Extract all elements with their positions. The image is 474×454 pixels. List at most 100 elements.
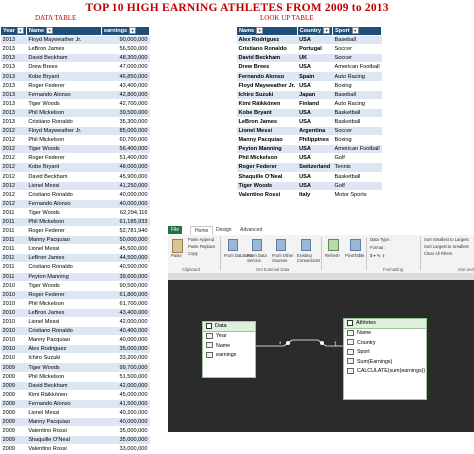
table-cell[interactable]: American Football bbox=[332, 144, 382, 155]
table-cell[interactable]: 56,400,000 bbox=[101, 144, 150, 155]
table-cell[interactable]: 2009 bbox=[0, 399, 27, 409]
table-cell[interactable]: 2009 bbox=[0, 435, 27, 446]
table-cell[interactable]: 2010 bbox=[0, 281, 27, 291]
table-cell[interactable]: Floyd Mayweather Jr. bbox=[26, 126, 102, 137]
table-cell[interactable]: Motor Sports bbox=[332, 190, 382, 200]
column-header-earnings[interactable]: earnings ▼ bbox=[100, 25, 151, 37]
table-cell[interactable]: 40,000,000 bbox=[101, 335, 150, 346]
filter-dropdown-icon[interactable]: ▼ bbox=[16, 27, 24, 35]
table-cell[interactable]: Spain bbox=[297, 71, 333, 82]
table-cell[interactable]: Japan bbox=[297, 90, 333, 100]
filter-dropdown-icon[interactable]: ▼ bbox=[323, 27, 331, 35]
table-cell[interactable]: 42,700,000 bbox=[101, 99, 150, 109]
table-cell[interactable]: Baseball bbox=[332, 90, 382, 100]
table-cell[interactable]: 2013 bbox=[0, 108, 27, 118]
table-cell[interactable]: David Beckham bbox=[26, 53, 102, 64]
table-cell[interactable]: 90,000,000 bbox=[101, 35, 150, 46]
table-cell[interactable]: Soccer bbox=[332, 126, 382, 137]
table-cell[interactable]: 2011 bbox=[0, 235, 27, 246]
table-cell[interactable]: USA bbox=[297, 108, 333, 118]
field-name[interactable]: Name bbox=[344, 329, 426, 339]
table-cell[interactable]: 2009 bbox=[0, 417, 27, 428]
table-cell[interactable]: 2013 bbox=[0, 71, 27, 82]
table-cell[interactable]: Kobe Bryant bbox=[26, 162, 102, 173]
existing-connections-button[interactable]: Existing Connections bbox=[297, 253, 323, 263]
table-cell[interactable]: David Beckham bbox=[236, 53, 298, 64]
table-cell[interactable]: Philippines bbox=[297, 135, 333, 146]
table-cell[interactable]: Roger Federer bbox=[26, 153, 102, 164]
table-cell[interactable]: Ichiro Suzuki bbox=[26, 353, 102, 364]
table-cell[interactable]: 44,500,000 bbox=[101, 253, 150, 264]
table-cell[interactable]: Manny Pacquiao bbox=[236, 135, 298, 146]
table-cell[interactable]: Golf bbox=[332, 153, 382, 164]
table-cell[interactable]: Baseball bbox=[332, 35, 382, 46]
table-cell[interactable]: Floyd Mayweather Jr. bbox=[236, 81, 298, 91]
table-cell[interactable]: Roger Federer bbox=[26, 226, 102, 237]
table-cell[interactable]: 2010 bbox=[0, 317, 27, 328]
table-cell[interactable]: Phil Mickelson bbox=[26, 135, 102, 146]
table-cell[interactable]: 35,000,000 bbox=[101, 344, 150, 355]
formula-bar[interactable] bbox=[168, 273, 474, 280]
table-cell[interactable]: 62,294,116 bbox=[101, 208, 150, 218]
table-cell[interactable]: 50,000,000 bbox=[101, 235, 150, 246]
table-cell[interactable]: Cristiano Ronaldo bbox=[26, 326, 102, 337]
table-cell[interactable]: 35,000,000 bbox=[101, 426, 150, 437]
table-cell[interactable]: 61,185,933 bbox=[101, 217, 150, 228]
table-cell[interactable]: Basketball bbox=[332, 117, 382, 128]
diagram-table-header[interactable]: Data bbox=[203, 322, 255, 332]
table-cell[interactable]: Fernando Alonso bbox=[26, 199, 102, 209]
tab-design[interactable]: Design bbox=[212, 226, 236, 234]
table-cell[interactable]: 40,200,000 bbox=[101, 408, 150, 419]
table-cell[interactable]: Soccer bbox=[332, 53, 382, 64]
table-cell[interactable]: Phil Mickelson bbox=[26, 108, 102, 118]
table-cell[interactable]: 43,400,000 bbox=[101, 308, 150, 319]
table-cell[interactable]: Phil Mickelson bbox=[236, 153, 298, 164]
table-cell[interactable]: 2013 bbox=[0, 62, 27, 73]
table-cell[interactable]: 51,400,000 bbox=[101, 153, 150, 164]
column-header-year[interactable]: Year ▼ bbox=[0, 25, 27, 37]
diagram-table-athletes[interactable]: Athletes Name Country Sport Sum(Earnings… bbox=[343, 318, 427, 400]
table-cell[interactable]: 41,500,000 bbox=[101, 399, 150, 409]
table-cell[interactable]: 61,700,000 bbox=[101, 299, 150, 309]
table-cell[interactable]: Argentina bbox=[297, 126, 333, 137]
table-cell[interactable]: 2012 bbox=[0, 144, 27, 155]
field-earnings[interactable]: earnings bbox=[203, 351, 255, 361]
table-cell[interactable]: USA bbox=[297, 62, 333, 73]
table-cell[interactable]: Fernando Alonso bbox=[26, 399, 102, 409]
table-cell[interactable]: 2013 bbox=[0, 35, 27, 46]
table-cell[interactable]: Ichiro Suzuki bbox=[236, 90, 298, 100]
table-cell[interactable]: Tiger Woods bbox=[26, 362, 102, 373]
table-cell[interactable]: Soccer bbox=[332, 44, 382, 55]
table-cell[interactable]: 2010 bbox=[0, 299, 27, 309]
table-cell[interactable]: 2010 bbox=[0, 290, 27, 300]
table-cell[interactable]: 99,700,000 bbox=[101, 362, 150, 373]
table-cell[interactable]: Valentino Rossi bbox=[26, 444, 102, 454]
table-cell[interactable]: David Beckham bbox=[26, 381, 102, 391]
filter-dropdown-icon[interactable]: ▼ bbox=[256, 27, 264, 35]
table-cell[interactable]: 2011 bbox=[0, 217, 27, 228]
table-cell[interactable]: Roger Federer bbox=[26, 290, 102, 300]
table-cell[interactable]: Peyton Manning bbox=[236, 144, 298, 155]
table-cell[interactable]: Phil Mickelson bbox=[26, 299, 102, 309]
table-cell[interactable]: 2013 bbox=[0, 81, 27, 91]
table-cell[interactable]: 52,781,940 bbox=[101, 226, 150, 237]
filter-dropdown-icon[interactable]: ▼ bbox=[351, 27, 359, 35]
table-cell[interactable]: LeBron James bbox=[26, 253, 102, 264]
table-cell[interactable]: Kimi Räikkönen bbox=[236, 99, 298, 109]
table-cell[interactable]: 48,000,000 bbox=[101, 162, 150, 173]
paste-append-button[interactable]: Paste Append bbox=[188, 237, 214, 242]
table-cell[interactable]: 2011 bbox=[0, 272, 27, 282]
table-cell[interactable]: 2013 bbox=[0, 117, 27, 128]
sort-smallest-to-largest-button[interactable]: Sort Smallest to Largest bbox=[424, 237, 469, 242]
table-cell[interactable]: USA bbox=[297, 35, 333, 46]
table-cell[interactable]: Manny Pacquiao bbox=[26, 235, 102, 246]
table-cell[interactable]: 2012 bbox=[0, 181, 27, 191]
field-sport[interactable]: Sport bbox=[344, 348, 426, 358]
filter-dropdown-icon[interactable]: ▼ bbox=[46, 27, 54, 35]
data-service-icon[interactable] bbox=[252, 239, 262, 251]
table-cell[interactable]: Manny Pacquiao bbox=[26, 335, 102, 346]
table-cell[interactable]: 2011 bbox=[0, 253, 27, 264]
tab-file[interactable]: File bbox=[168, 226, 182, 234]
table-cell[interactable]: 56,500,000 bbox=[101, 44, 150, 55]
database-icon[interactable] bbox=[228, 239, 238, 251]
